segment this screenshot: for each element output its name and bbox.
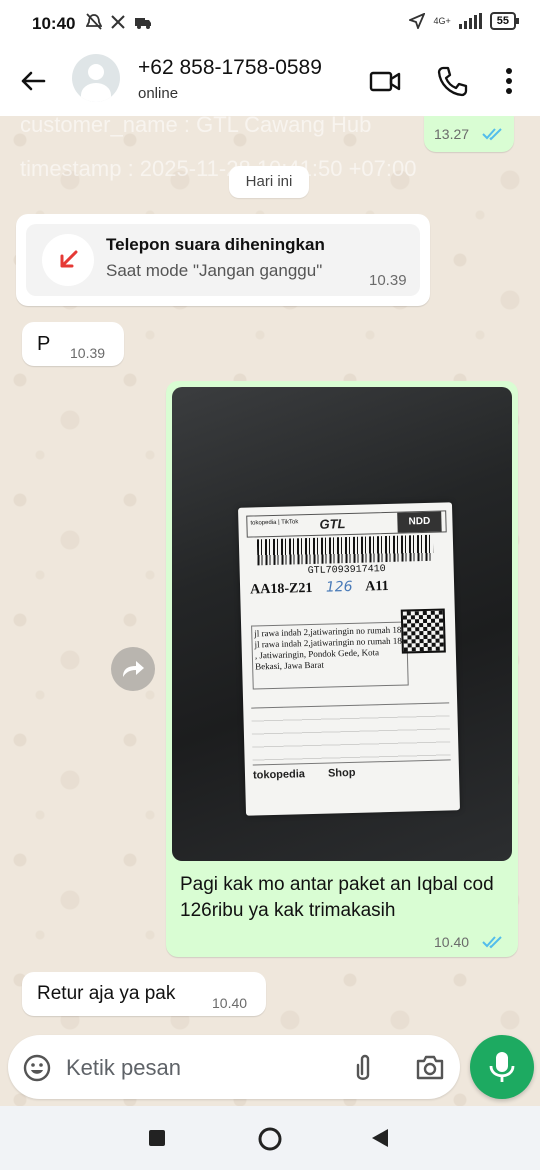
label-footer-shop: Shop: [327, 766, 356, 780]
read-receipt-icon: [482, 128, 502, 141]
message-time: 13.27: [434, 126, 470, 142]
avatar[interactable]: [72, 54, 120, 102]
back-arrow-icon[interactable]: [18, 66, 48, 96]
status-bar: 10:40 4G+ 55: [0, 0, 540, 48]
avatar-head: [88, 64, 104, 80]
contact-name[interactable]: +62 858-1758-0589: [138, 56, 322, 80]
missed-call-icon: [60, 250, 78, 268]
camera-icon[interactable]: [414, 1052, 446, 1082]
forward-icon: [123, 661, 144, 677]
message-composer: [8, 1035, 460, 1099]
date-divider: Hari ini: [229, 166, 309, 198]
network-type: 4G+: [433, 15, 451, 26]
system-navigation-bar: [0, 1106, 540, 1170]
voice-call-icon[interactable]: [435, 64, 469, 98]
status-time: 10:40: [32, 14, 76, 33]
shipping-label: tokopedia | TikTok GTL NDD GTL7093917410…: [238, 502, 460, 816]
label-footer: tokopedia Shop: [253, 764, 451, 787]
status-right: 4G+ 55: [409, 12, 520, 30]
label-footer-brand: tokopedia: [252, 768, 306, 782]
signal-icon: [458, 13, 482, 29]
message-time: 10.40: [212, 995, 248, 1011]
label-items-table: [251, 702, 451, 766]
call-subtitle: Saat mode "Jangan ganggu": [106, 261, 323, 280]
read-receipt-icon: [482, 936, 502, 949]
label-brands: tokopedia | TikTok: [250, 519, 299, 527]
tools-icon: [111, 15, 125, 29]
overlay-timestamp: timestamp : 2025-11-28 10:41:50 +07:00: [20, 156, 417, 181]
call-icon-circle: [42, 234, 94, 286]
label-sort-value: AA18-Z21: [249, 580, 313, 598]
label-handwritten: 126: [325, 578, 353, 596]
battery-indicator: 55: [489, 12, 520, 30]
image-message[interactable]: tokopedia | TikTok GTL NDD GTL7093917410…: [166, 381, 518, 957]
image-caption: Pagi kak mo antar paket an Iqbal cod 126…: [180, 874, 494, 921]
emoji-icon[interactable]: [22, 1053, 52, 1083]
label-qr-code: [400, 608, 446, 654]
forward-button[interactable]: [111, 647, 155, 691]
video-call-icon[interactable]: [368, 64, 402, 98]
message-time: 10.39: [70, 345, 106, 361]
label-service: NDD: [397, 511, 442, 533]
label-barcode: [256, 534, 434, 566]
previous-outgoing-message[interactable]: 13.27: [424, 116, 514, 152]
back-nav-icon[interactable]: [370, 1128, 390, 1148]
avatar-body: [81, 83, 111, 102]
dnd-icon: [86, 13, 102, 30]
message-text: Retur aja ya pak: [37, 983, 176, 1004]
call-card: Telepon suara diheningkan Saat mode "Jan…: [26, 224, 420, 296]
chat-header: +62 858-1758-0589 online: [0, 48, 540, 116]
label-address: jl rawa indah 2,jatiwaringin no rumah 18…: [251, 621, 409, 690]
silenced-call-message[interactable]: Telepon suara diheningkan Saat mode "Jan…: [16, 214, 430, 306]
incoming-message[interactable]: P 10.39: [22, 322, 124, 366]
label-carrier: GTL: [319, 516, 346, 532]
overlay-customer-name: customer_name : GTL Cawang Hub: [20, 112, 372, 137]
parcel-photo[interactable]: tokopedia | TikTok GTL NDD GTL7093917410…: [172, 387, 512, 861]
call-time: 10.39: [369, 272, 407, 289]
label-area: A11: [365, 578, 389, 595]
status-notification-icons: [86, 13, 152, 31]
attach-icon[interactable]: [348, 1051, 378, 1083]
recents-icon[interactable]: [148, 1129, 166, 1147]
label-sort-code: AA18-Z21 126 A11: [250, 578, 389, 599]
voice-message-button[interactable]: [470, 1035, 534, 1099]
incoming-message[interactable]: Retur aja ya pak 10.40: [22, 972, 266, 1016]
message-time: 10.40: [434, 934, 470, 950]
message-text: P: [37, 333, 51, 355]
call-title: Telepon suara diheningkan: [106, 235, 325, 254]
more-options-icon[interactable]: [492, 64, 526, 98]
label-header: tokopedia | TikTok GTL NDD: [246, 510, 447, 538]
location-icon: [409, 13, 426, 29]
contact-status: online: [138, 85, 179, 102]
delivery-truck-icon: [135, 18, 151, 29]
message-input[interactable]: [64, 1053, 338, 1083]
mic-icon: [489, 1052, 515, 1082]
home-icon[interactable]: [257, 1126, 283, 1152]
